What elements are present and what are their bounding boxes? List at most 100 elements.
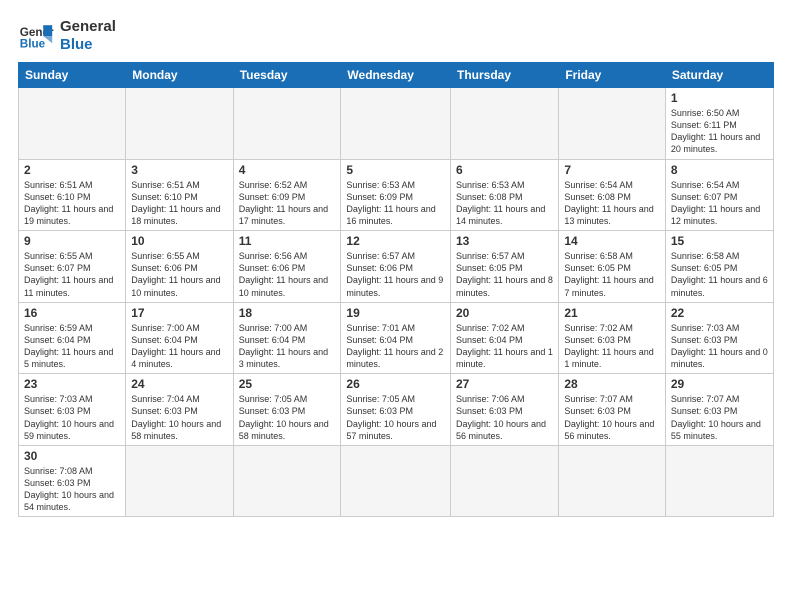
day-info: Sunrise: 6:55 AM Sunset: 6:06 PM Dayligh… <box>131 250 227 299</box>
day-number: 12 <box>346 234 445 248</box>
day-info: Sunrise: 6:57 AM Sunset: 6:05 PM Dayligh… <box>456 250 553 299</box>
day-info: Sunrise: 6:55 AM Sunset: 6:07 PM Dayligh… <box>24 250 120 299</box>
day-info: Sunrise: 6:54 AM Sunset: 6:08 PM Dayligh… <box>564 179 660 228</box>
day-number: 18 <box>239 306 336 320</box>
day-number: 30 <box>24 449 120 463</box>
page: General Blue General Blue SundayMondayTu… <box>0 0 792 612</box>
calendar-cell: 17 Sunrise: 7:00 AM Sunset: 6:04 PM Dayli… <box>126 302 233 374</box>
day-info: Sunrise: 7:07 AM Sunset: 6:03 PM Dayligh… <box>564 393 660 442</box>
day-number: 19 <box>346 306 445 320</box>
day-info: Sunrise: 6:53 AM Sunset: 6:09 PM Dayligh… <box>346 179 445 228</box>
calendar-cell <box>665 445 773 517</box>
day-info: Sunrise: 7:02 AM Sunset: 6:04 PM Dayligh… <box>456 322 553 371</box>
calendar-cell: 26 Sunrise: 7:05 AM Sunset: 6:03 PM Dayli… <box>341 374 451 446</box>
day-info: Sunrise: 7:04 AM Sunset: 6:03 PM Dayligh… <box>131 393 227 442</box>
calendar-cell: 15 Sunrise: 6:58 AM Sunset: 6:05 PM Dayli… <box>665 231 773 303</box>
week-row-5: 23Sunrise: 7:03 AM Sunset: 6:03 PM Dayli… <box>19 374 774 446</box>
calendar-cell: 8 Sunrise: 6:54 AM Sunset: 6:07 PM Daylig… <box>665 159 773 231</box>
day-info: Sunrise: 7:08 AM Sunset: 6:03 PM Dayligh… <box>24 465 120 514</box>
day-number: 13 <box>456 234 553 248</box>
calendar-cell: 23Sunrise: 7:03 AM Sunset: 6:03 PM Dayli… <box>19 374 126 446</box>
day-info: Sunrise: 6:53 AM Sunset: 6:08 PM Dayligh… <box>456 179 553 228</box>
week-row-6: 30 Sunrise: 7:08 AM Sunset: 6:03 PM Dayli… <box>19 445 774 517</box>
calendar-cell <box>233 88 341 160</box>
calendar-cell <box>341 88 451 160</box>
day-info: Sunrise: 7:01 AM Sunset: 6:04 PM Dayligh… <box>346 322 445 371</box>
weekday-saturday: Saturday <box>665 63 773 88</box>
day-number: 20 <box>456 306 553 320</box>
calendar-cell: 13 Sunrise: 6:57 AM Sunset: 6:05 PM Dayli… <box>451 231 559 303</box>
day-number: 2 <box>24 163 120 177</box>
day-info: Sunrise: 7:00 AM Sunset: 6:04 PM Dayligh… <box>131 322 227 371</box>
calendar-table: SundayMondayTuesdayWednesdayThursdayFrid… <box>18 62 774 517</box>
calendar-cell: 4 Sunrise: 6:52 AM Sunset: 6:09 PM Daylig… <box>233 159 341 231</box>
calendar-cell <box>126 445 233 517</box>
day-info: Sunrise: 6:54 AM Sunset: 6:07 PM Dayligh… <box>671 179 768 228</box>
day-number: 4 <box>239 163 336 177</box>
weekday-wednesday: Wednesday <box>341 63 451 88</box>
day-info: Sunrise: 7:07 AM Sunset: 6:03 PM Dayligh… <box>671 393 768 442</box>
day-info: Sunrise: 6:50 AM Sunset: 6:11 PM Dayligh… <box>671 107 768 156</box>
day-number: 5 <box>346 163 445 177</box>
calendar-cell: 10 Sunrise: 6:55 AM Sunset: 6:06 PM Dayli… <box>126 231 233 303</box>
day-info: Sunrise: 6:51 AM Sunset: 6:10 PM Dayligh… <box>24 179 120 228</box>
day-info: Sunrise: 7:00 AM Sunset: 6:04 PM Dayligh… <box>239 322 336 371</box>
calendar-cell: 19 Sunrise: 7:01 AM Sunset: 6:04 PM Dayli… <box>341 302 451 374</box>
day-number: 29 <box>671 377 768 391</box>
day-info: Sunrise: 7:06 AM Sunset: 6:03 PM Dayligh… <box>456 393 553 442</box>
logo-icon: General Blue <box>18 18 54 54</box>
calendar-cell: 14Sunrise: 6:58 AM Sunset: 6:05 PM Dayli… <box>559 231 666 303</box>
logo-blue-text: Blue <box>60 36 116 54</box>
day-info: Sunrise: 6:58 AM Sunset: 6:05 PM Dayligh… <box>671 250 768 299</box>
calendar-cell: 20 Sunrise: 7:02 AM Sunset: 6:04 PM Dayli… <box>451 302 559 374</box>
calendar-cell <box>126 88 233 160</box>
logo-general-text: General <box>60 18 116 36</box>
weekday-friday: Friday <box>559 63 666 88</box>
day-info: Sunrise: 7:05 AM Sunset: 6:03 PM Dayligh… <box>346 393 445 442</box>
weekday-header-row: SundayMondayTuesdayWednesdayThursdayFrid… <box>19 63 774 88</box>
week-row-4: 16Sunrise: 6:59 AM Sunset: 6:04 PM Dayli… <box>19 302 774 374</box>
week-row-2: 2 Sunrise: 6:51 AM Sunset: 6:10 PM Daylig… <box>19 159 774 231</box>
day-number: 10 <box>131 234 227 248</box>
day-number: 26 <box>346 377 445 391</box>
week-row-1: 1Sunrise: 6:50 AM Sunset: 6:11 PM Daylig… <box>19 88 774 160</box>
weekday-tuesday: Tuesday <box>233 63 341 88</box>
day-number: 17 <box>131 306 227 320</box>
day-number: 8 <box>671 163 768 177</box>
day-number: 27 <box>456 377 553 391</box>
day-info: Sunrise: 7:05 AM Sunset: 6:03 PM Dayligh… <box>239 393 336 442</box>
calendar-cell: 9Sunrise: 6:55 AM Sunset: 6:07 PM Daylig… <box>19 231 126 303</box>
weekday-monday: Monday <box>126 63 233 88</box>
calendar-cell <box>559 445 666 517</box>
calendar-cell: 12 Sunrise: 6:57 AM Sunset: 6:06 PM Dayli… <box>341 231 451 303</box>
day-info: Sunrise: 6:59 AM Sunset: 6:04 PM Dayligh… <box>24 322 120 371</box>
day-number: 24 <box>131 377 227 391</box>
weekday-sunday: Sunday <box>19 63 126 88</box>
day-number: 3 <box>131 163 227 177</box>
day-info: Sunrise: 6:57 AM Sunset: 6:06 PM Dayligh… <box>346 250 445 299</box>
calendar-cell: 7 Sunrise: 6:54 AM Sunset: 6:08 PM Daylig… <box>559 159 666 231</box>
day-info: Sunrise: 6:56 AM Sunset: 6:06 PM Dayligh… <box>239 250 336 299</box>
calendar-cell: 24 Sunrise: 7:04 AM Sunset: 6:03 PM Dayli… <box>126 374 233 446</box>
calendar-cell <box>451 88 559 160</box>
day-number: 11 <box>239 234 336 248</box>
calendar-cell <box>559 88 666 160</box>
svg-text:Blue: Blue <box>20 38 46 51</box>
calendar-cell <box>19 88 126 160</box>
calendar-cell: 5 Sunrise: 6:53 AM Sunset: 6:09 PM Daylig… <box>341 159 451 231</box>
logo: General Blue General Blue <box>18 18 116 54</box>
week-row-3: 9Sunrise: 6:55 AM Sunset: 6:07 PM Daylig… <box>19 231 774 303</box>
day-number: 7 <box>564 163 660 177</box>
day-number: 15 <box>671 234 768 248</box>
calendar-cell: 25 Sunrise: 7:05 AM Sunset: 6:03 PM Dayli… <box>233 374 341 446</box>
day-number: 6 <box>456 163 553 177</box>
day-number: 25 <box>239 377 336 391</box>
day-info: Sunrise: 6:52 AM Sunset: 6:09 PM Dayligh… <box>239 179 336 228</box>
calendar-cell: 16Sunrise: 6:59 AM Sunset: 6:04 PM Dayli… <box>19 302 126 374</box>
day-info: Sunrise: 7:03 AM Sunset: 6:03 PM Dayligh… <box>671 322 768 371</box>
calendar-cell: 2 Sunrise: 6:51 AM Sunset: 6:10 PM Daylig… <box>19 159 126 231</box>
day-number: 22 <box>671 306 768 320</box>
day-info: Sunrise: 6:58 AM Sunset: 6:05 PM Dayligh… <box>564 250 660 299</box>
calendar-cell: 27 Sunrise: 7:06 AM Sunset: 6:03 PM Dayli… <box>451 374 559 446</box>
calendar-cell: 21Sunrise: 7:02 AM Sunset: 6:03 PM Dayli… <box>559 302 666 374</box>
